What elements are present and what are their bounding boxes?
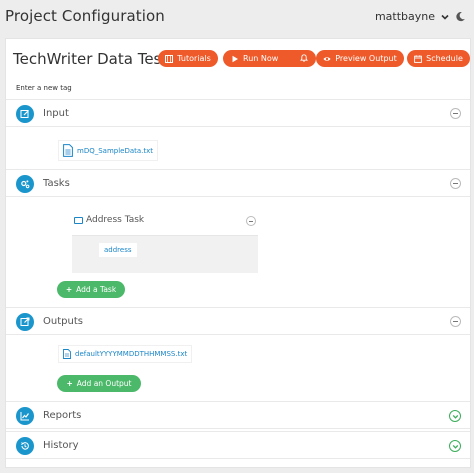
section-tasks[interactable]: Tasks [6, 169, 470, 197]
bell-icon[interactable] [300, 54, 308, 62]
section-history[interactable]: History [6, 431, 470, 459]
section-history-title: History [43, 440, 79, 451]
top-bar: Project Configuration mattbayne [0, 0, 474, 36]
section-input-title: Input [43, 108, 69, 119]
tutorials-label: Tutorials [177, 54, 211, 63]
task-card: Address Task address [72, 206, 258, 273]
user-menu[interactable]: mattbayne [375, 10, 466, 23]
section-outputs[interactable]: Outputs [6, 307, 470, 335]
task-title: Address Task [86, 215, 145, 225]
chart-line-icon [16, 407, 34, 425]
output-file-name: defaultYYYYMMDDTHHMMSS.txt [75, 350, 188, 358]
plus-icon: + [66, 379, 73, 388]
edit-icon [16, 105, 34, 123]
calendar-icon [414, 54, 422, 63]
project-card: TechWriter Data Test Tutorials Run Now P… [5, 38, 471, 468]
chevron-down-icon[interactable] [440, 12, 450, 22]
dark-mode-icon[interactable] [455, 11, 466, 22]
export-icon [16, 313, 34, 331]
add-output-button[interactable]: + Add an Output [57, 375, 141, 392]
add-task-label: Add a Task [76, 285, 117, 294]
collapse-tasks-button[interactable] [450, 178, 461, 189]
address-card-icon [74, 217, 83, 224]
input-file-link[interactable]: mDQ_SampleData.txt [58, 140, 159, 161]
preview-output-button[interactable]: Preview Output [316, 50, 404, 67]
add-task-button[interactable]: + Add a Task [57, 281, 125, 298]
task-header[interactable]: Address Task [72, 206, 258, 236]
plus-icon: + [65, 285, 73, 294]
collapse-outputs-button[interactable] [450, 316, 461, 327]
play-icon [232, 55, 238, 62]
app-title: Project Configuration [5, 7, 165, 25]
section-input[interactable]: Input [6, 99, 470, 127]
expand-history-button[interactable] [449, 440, 461, 452]
chevron-down-icon [452, 414, 458, 419]
add-output-label: Add an Output [76, 379, 132, 388]
file-text-icon [63, 144, 73, 157]
collapse-input-button[interactable] [450, 108, 461, 119]
preview-output-label: Preview Output [335, 54, 397, 63]
tutorials-button[interactable]: Tutorials [158, 50, 218, 67]
section-outputs-title: Outputs [43, 316, 83, 327]
run-now-button[interactable]: Run Now [223, 50, 316, 67]
user-name[interactable]: mattbayne [375, 10, 435, 23]
expand-reports-button[interactable] [449, 410, 461, 422]
section-tasks-title: Tasks [43, 178, 70, 189]
gears-icon [16, 175, 34, 193]
section-reports-title: Reports [43, 410, 82, 421]
section-reports[interactable]: Reports [6, 401, 470, 429]
file-text-icon [63, 349, 71, 359]
eye-icon [323, 56, 331, 61]
project-title: TechWriter Data Test [13, 50, 168, 68]
schedule-label: Schedule [426, 54, 463, 63]
run-now-label: Run Now [243, 54, 279, 63]
collapse-task-button[interactable] [246, 216, 256, 226]
output-file-link[interactable]: defaultYYYYMMDDTHHMMSS.txt [58, 345, 193, 363]
tag-input[interactable]: Enter a new tag [16, 84, 72, 92]
input-file-name: mDQ_SampleData.txt [77, 146, 154, 155]
film-icon [165, 54, 174, 63]
chevron-down-icon [452, 444, 458, 449]
history-icon [16, 437, 34, 455]
schedule-button[interactable]: Schedule [407, 50, 470, 67]
task-item[interactable]: address [99, 243, 137, 257]
